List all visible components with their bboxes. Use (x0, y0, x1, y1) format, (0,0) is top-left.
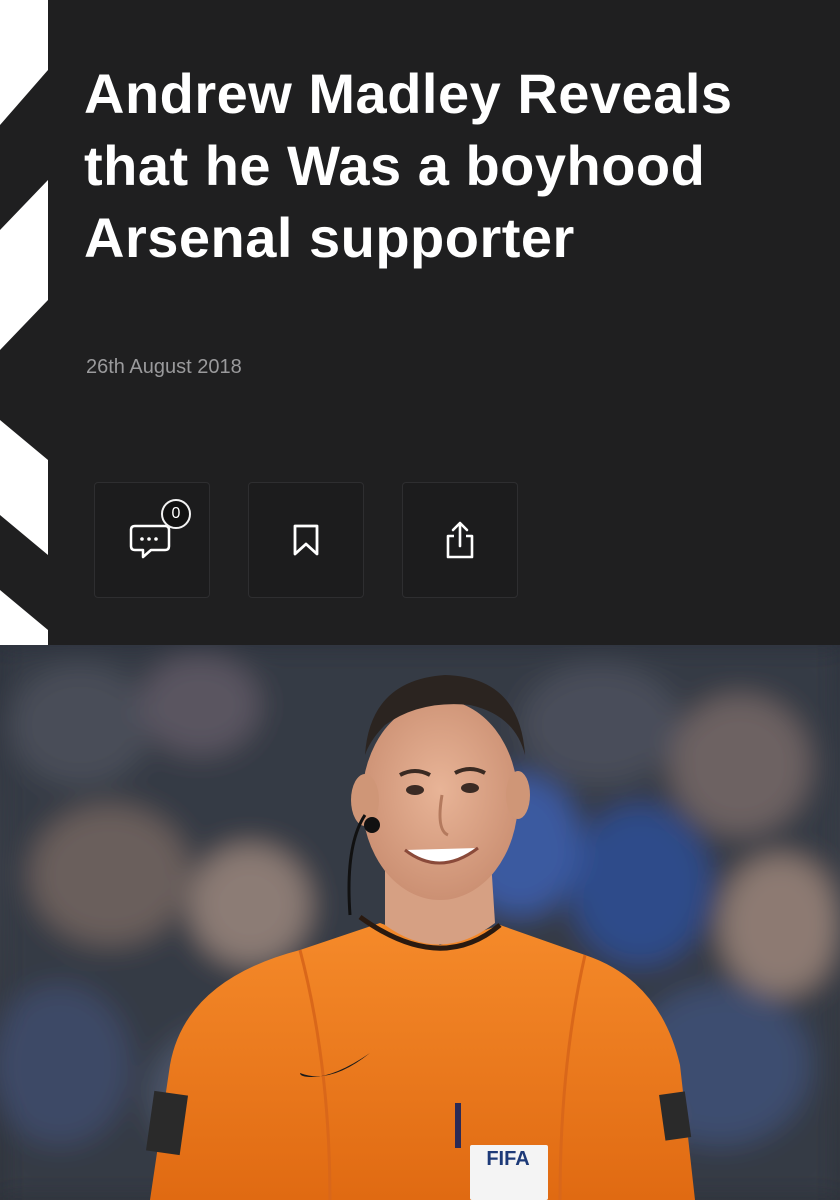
article-date: 26th August 2018 (86, 356, 242, 378)
article-header: Andrew Madley Reveals that he Was a boyh… (0, 0, 840, 645)
decorative-stripes (0, 0, 48, 645)
comment-count-badge: 0 (161, 499, 191, 529)
referee-photo-illustration (0, 645, 840, 1200)
referee-photo (0, 645, 840, 1200)
comments-button[interactable]: 0 (94, 482, 210, 598)
share-icon (446, 521, 474, 559)
fifa-badge-text: FIFA (486, 1148, 530, 1170)
bookmark-icon (293, 524, 319, 556)
bookmark-button[interactable] (248, 482, 364, 598)
share-button[interactable] (402, 482, 518, 598)
article-title: Andrew Madley Reveals that he Was a boyh… (84, 62, 733, 269)
article-actions: 0 (94, 482, 518, 598)
